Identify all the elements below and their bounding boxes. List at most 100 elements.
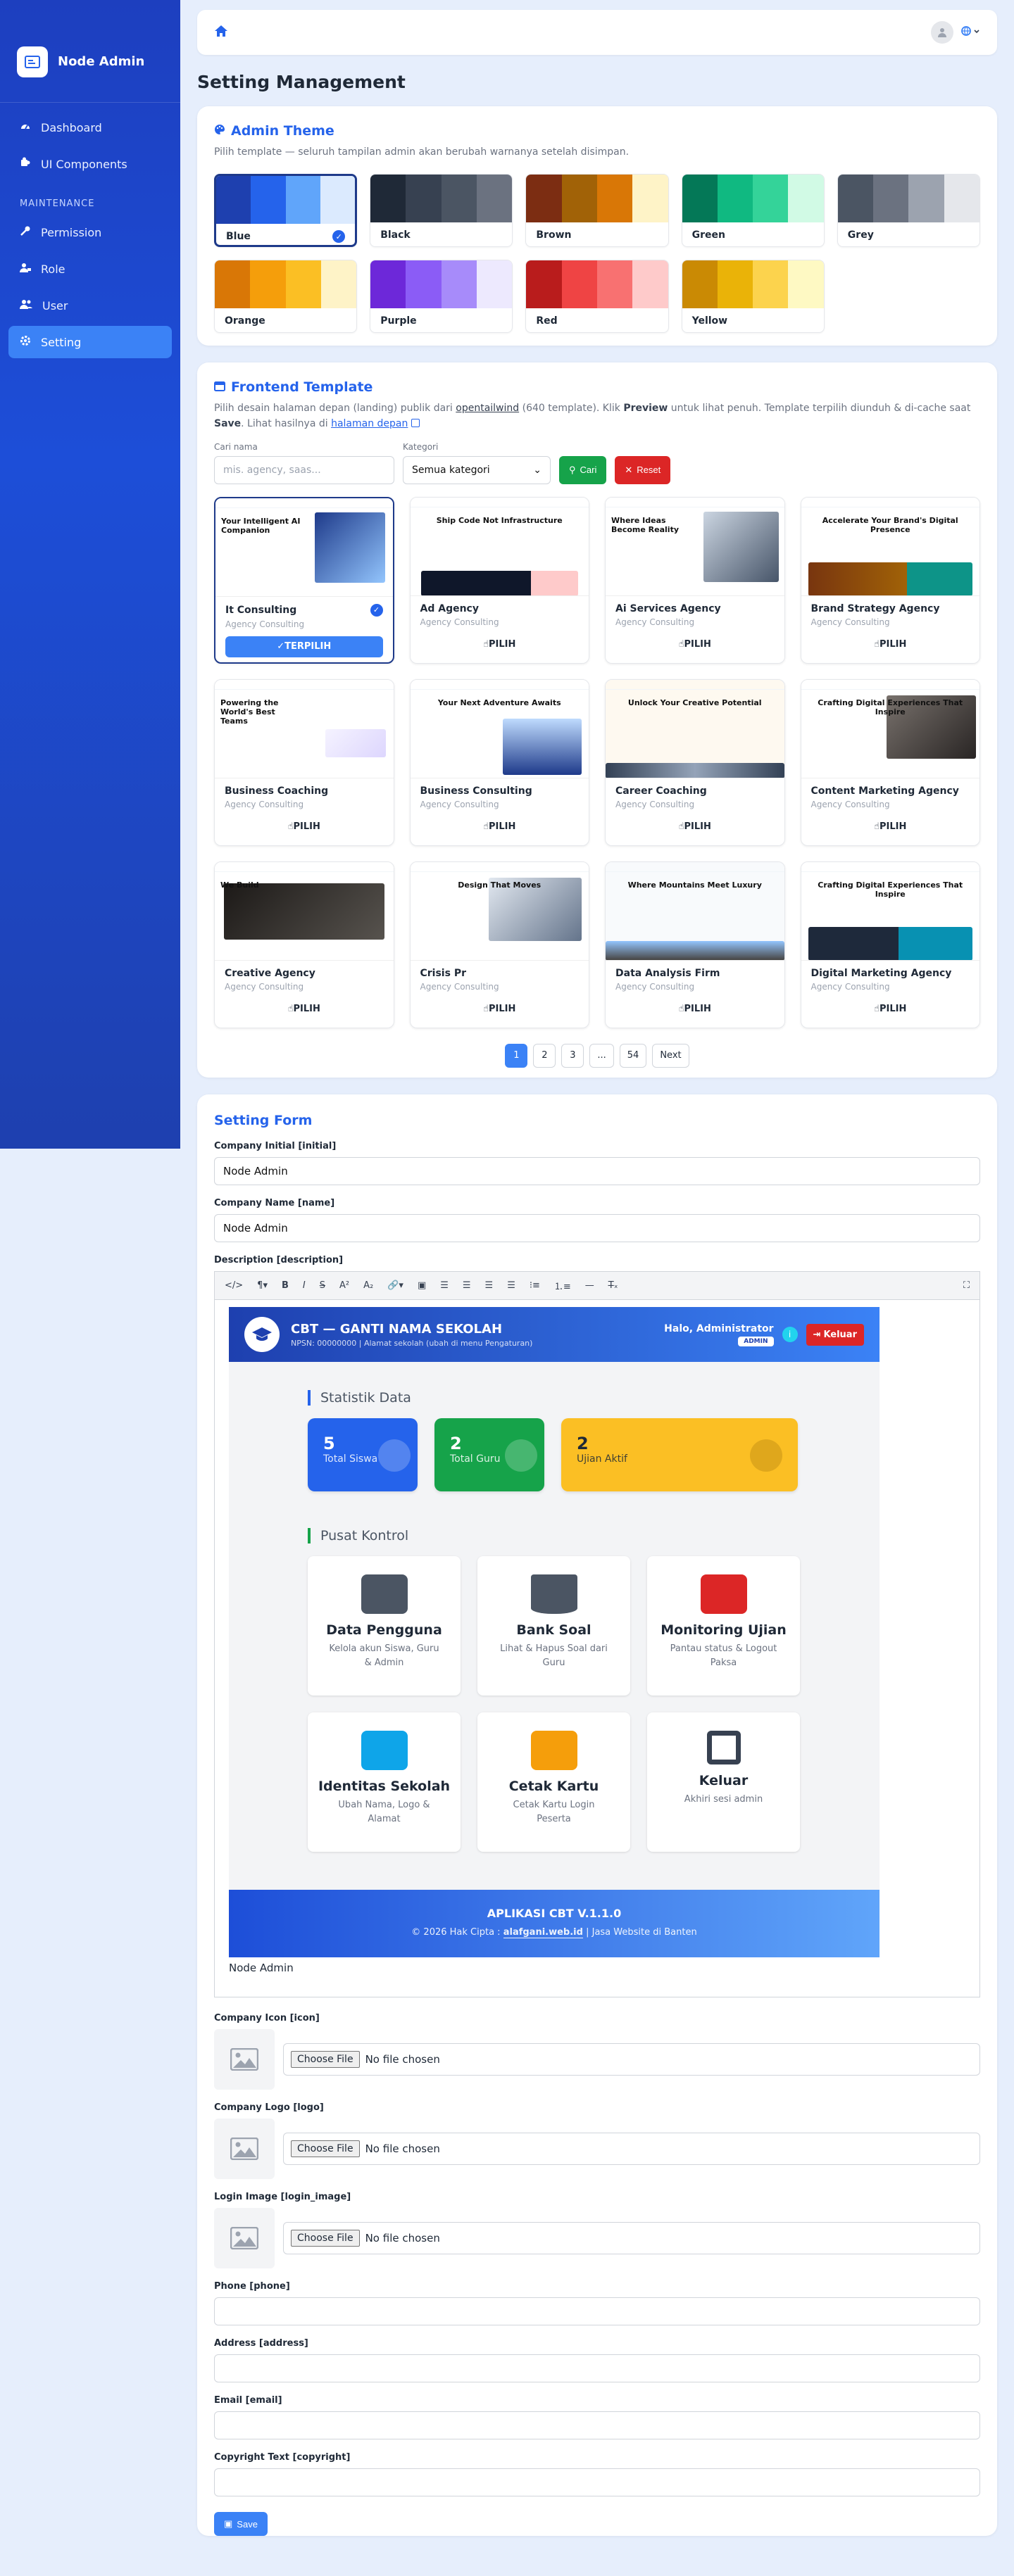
pick-button[interactable]: ☝ PILIH (420, 999, 580, 1020)
pick-button[interactable]: ☝ PILIH (615, 634, 775, 655)
landing-page-link[interactable]: halaman depan (331, 418, 408, 429)
category-select[interactable]: Semua kategori ⌄ (403, 455, 551, 484)
company-name-input[interactable]: Node Admin (214, 1214, 980, 1242)
description-editor[interactable]: CBT — GANTI NAMA SEKOLAH NPSN: 00000000 … (214, 1299, 980, 1997)
cbt-logout-button[interactable]: ⇥ Keluar (806, 1323, 864, 1346)
category-group: Kategori Semua kategori ⌄ (403, 442, 551, 484)
control-card[interactable]: Keluar Akhiri sesi admin (647, 1712, 800, 1852)
template-card[interactable]: Ship Code Not Infrastructure Ad Agency Age… (409, 496, 589, 664)
company-logo-file-input[interactable]: Choose File No file chosen (283, 2133, 980, 2165)
template-card[interactable]: Powering the World's Best Teams Business … (214, 678, 394, 846)
bold-icon[interactable]: B (282, 1280, 289, 1291)
align-right-icon[interactable]: ☰ (485, 1280, 494, 1291)
brand[interactable]: Node Admin (0, 21, 180, 103)
next-page-button[interactable]: Next (652, 1043, 689, 1068)
choose-file-button[interactable]: Choose File (291, 2140, 360, 2157)
numbered-list-icon[interactable]: ⒈≡ (554, 1279, 571, 1292)
theme-option-brown[interactable]: Brown (525, 174, 669, 248)
sidebar-item-permission[interactable]: Permission (8, 216, 172, 248)
page-button[interactable]: 3 (561, 1043, 584, 1068)
fullscreen-icon[interactable]: ⛶ (963, 1280, 970, 1291)
theme-option-grey[interactable]: Grey (837, 174, 980, 248)
save-button[interactable]: ▣ Save (214, 2512, 268, 2536)
align-justify-icon[interactable]: ☰ (507, 1280, 515, 1291)
pick-button[interactable]: ☝ PILIH (615, 816, 775, 838)
control-card[interactable]: Identitas Sekolah Ubah Nama, Logo & Alama… (308, 1712, 461, 1852)
copyright-input[interactable] (214, 2468, 980, 2496)
info-icon[interactable]: i (782, 1327, 798, 1342)
sidebar-item-setting[interactable]: Setting (8, 326, 172, 358)
template-card[interactable]: Where Ideas Become Reality Ai Services Ag… (605, 496, 785, 664)
pick-button[interactable]: ☝ PILIH (420, 816, 580, 838)
address-input[interactable] (214, 2354, 980, 2382)
pick-label: PILIH (489, 821, 516, 833)
control-card[interactable]: Bank Soal Lihat & Hapus Soal dari Guru (477, 1556, 630, 1696)
theme-option-orange[interactable]: Orange (214, 260, 358, 334)
pick-button[interactable]: ☝ PILIH (811, 999, 970, 1020)
control-card[interactable]: Cetak Kartu Cetak Kartu Login Peserta (477, 1712, 630, 1852)
pick-button[interactable]: ☝ PILIH (811, 634, 970, 655)
theme-option-yellow[interactable]: Yellow (681, 260, 825, 334)
cbt-footer-link[interactable]: alafgani.web.id (503, 1927, 583, 1938)
sidebar-item-role[interactable]: Role (8, 253, 172, 285)
pick-button[interactable]: ☝ PILIH (811, 816, 970, 838)
login-image-label: Login Image [login_image] (214, 2192, 351, 2202)
template-search-input[interactable]: mis. agency, saas... (214, 455, 394, 484)
template-card[interactable]: Accelerate Your Brand's Digital Presence… (800, 496, 980, 664)
clear-format-icon[interactable]: T̶ₓ (608, 1280, 618, 1291)
pick-button[interactable]: ☝ PILIH (225, 816, 384, 838)
template-card[interactable]: Where Mountains Meet Luxury Data Analysis… (605, 861, 785, 1028)
pick-button[interactable]: ☝ PILIH (615, 999, 775, 1020)
template-card[interactable]: Your Next Adventure Awaits Business Consu… (409, 678, 589, 846)
phone-input[interactable] (214, 2297, 980, 2325)
picked-button[interactable]: ✓ TERPILIH (225, 636, 383, 657)
template-card[interactable]: Crafting Digital Experiences That Inspir… (800, 678, 980, 846)
template-card[interactable]: Design That Moves Crisis Pr Agency Consult… (409, 861, 589, 1028)
reset-button[interactable]: ✕ Reset (615, 455, 671, 484)
subscript-icon[interactable]: A₂ (363, 1280, 373, 1291)
template-card[interactable]: Unlock Your Creative Potential Career Coa… (605, 678, 785, 846)
align-left-icon[interactable]: ☰ (440, 1280, 449, 1291)
paragraph-icon[interactable]: ¶▾ (257, 1280, 268, 1291)
image-icon[interactable]: ▣ (418, 1280, 426, 1291)
page-button[interactable]: 1 (505, 1043, 528, 1068)
superscript-icon[interactable]: A² (339, 1280, 349, 1291)
theme-option-purple[interactable]: Purple (370, 260, 513, 334)
email-input[interactable] (214, 2411, 980, 2439)
theme-option-green[interactable]: Green (681, 174, 825, 248)
code-view-icon[interactable]: </> (225, 1280, 243, 1291)
pick-button[interactable]: ☝ PILIH (225, 999, 384, 1020)
control-card[interactable]: Data Pengguna Kelola akun Siswa, Guru & A… (308, 1556, 461, 1696)
pick-button[interactable]: ☝ PILIH (420, 634, 580, 655)
copyright-label: Copyright Text [copyright] (214, 2452, 351, 2463)
home-icon[interactable] (214, 25, 228, 40)
choose-file-button[interactable]: Choose File (291, 2051, 360, 2068)
opentailwind-link[interactable]: opentailwind (456, 403, 519, 414)
bullet-list-icon[interactable]: ⁝≡ (530, 1280, 540, 1291)
sidebar-item-ui-components[interactable]: UI Components (8, 148, 172, 180)
template-card[interactable]: Crafting Digital Experiences That Inspir… (800, 861, 980, 1028)
login-image-file-input[interactable]: Choose File No file chosen (283, 2222, 980, 2254)
sidebar-item-dashboard[interactable]: Dashboard (8, 111, 172, 144)
strikethrough-icon[interactable]: S (320, 1280, 325, 1291)
control-card[interactable]: Monitoring Ujian Pantau status & Logout P… (647, 1556, 800, 1696)
company-initial-input[interactable]: Node Admin (214, 1157, 980, 1185)
template-card[interactable]: We Build Creative Agency Agency Consulting… (214, 861, 394, 1028)
avatar[interactable] (931, 21, 953, 44)
sidebar-item-user[interactable]: User (8, 289, 172, 322)
template-card[interactable]: Your Intelligent AI Companion It Consulti… (214, 496, 394, 664)
align-center-icon[interactable]: ☰ (463, 1280, 471, 1291)
choose-file-button[interactable]: Choose File (291, 2230, 360, 2247)
company-icon-file-input[interactable]: Choose File No file chosen (283, 2043, 980, 2076)
page-button[interactable]: 54 (619, 1043, 647, 1068)
theme-option-blue[interactable]: Blue ✓ (214, 174, 358, 248)
page-button[interactable]: 2 (533, 1043, 556, 1068)
language-globe-icon[interactable] (960, 25, 980, 39)
italic-icon[interactable]: I (303, 1280, 306, 1291)
theme-option-black[interactable]: Black (370, 174, 513, 248)
theme-option-red[interactable]: Red (525, 260, 669, 334)
template-thumbnail: Your Intelligent AI Companion (215, 498, 393, 597)
horizontal-rule-icon[interactable]: — (585, 1280, 594, 1291)
search-button[interactable]: ⚲ Cari (559, 455, 607, 484)
link-icon[interactable]: 🔗▾ (387, 1280, 403, 1291)
